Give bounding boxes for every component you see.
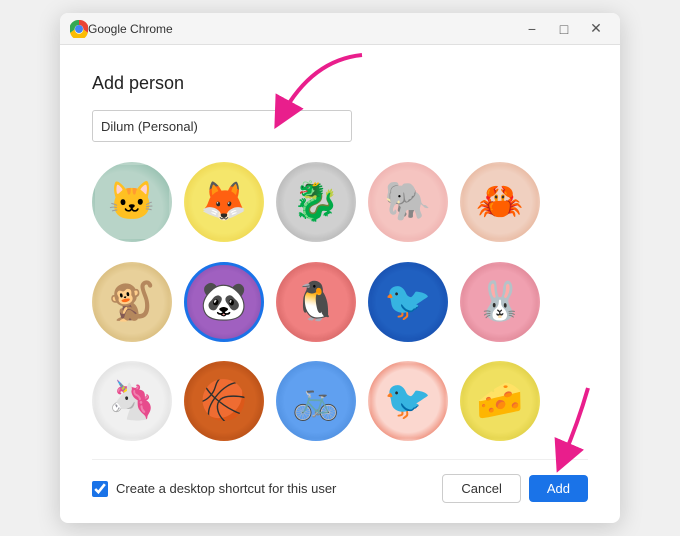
chrome-dialog: Google Chrome − □ ✕ Add person <box>60 13 620 523</box>
avatar-item[interactable]: 🐧 <box>276 262 356 342</box>
dialog-content: Add person 🐱 🦊 <box>60 45 620 523</box>
avatar-item[interactable]: 🐦 <box>368 262 448 342</box>
avatar-item[interactable]: 🐰 <box>460 262 540 342</box>
shortcut-checkbox[interactable] <box>92 481 108 497</box>
window-controls: − □ ✕ <box>518 18 610 40</box>
avatar-item[interactable]: 🦀 <box>460 162 540 242</box>
avatar-item[interactable]: 🐘 <box>368 162 448 242</box>
chrome-logo <box>70 20 88 38</box>
avatar-item[interactable]: 🐱 <box>92 162 172 242</box>
avatar-section: 🐱 🦊 🐉 🐘 🦀 🐒 🐼 <box>92 162 588 449</box>
avatar-item[interactable]: 🐒 <box>92 262 172 342</box>
avatar-item[interactable]: 🦊 <box>184 162 264 242</box>
avatar-item[interactable]: 🏀 <box>184 361 264 441</box>
name-input-row <box>92 110 588 142</box>
cancel-button[interactable]: Cancel <box>442 474 520 503</box>
avatar-grid: 🐱 🦊 🐉 🐘 🦀 🐒 🐼 <box>92 162 588 449</box>
avatar-item[interactable]: 🦄 <box>92 361 172 441</box>
titlebar: Google Chrome − □ ✕ <box>60 13 620 45</box>
shortcut-checkbox-row: Create a desktop shortcut for this user <box>92 481 442 497</box>
restore-button[interactable]: □ <box>550 18 578 40</box>
footer-buttons: Cancel Add <box>442 474 588 503</box>
dialog-heading: Add person <box>92 73 588 94</box>
avatar-item[interactable]: 🚲 <box>276 361 356 441</box>
add-button[interactable]: Add <box>529 475 588 502</box>
avatar-item[interactable]: 🐉 <box>276 162 356 242</box>
close-button[interactable]: ✕ <box>582 18 610 40</box>
avatar-item[interactable]: 🐦 <box>368 361 448 441</box>
name-input[interactable] <box>92 110 352 142</box>
avatar-item[interactable]: 🐼 <box>184 262 264 342</box>
dialog-footer: Create a desktop shortcut for this user … <box>92 459 588 503</box>
minimize-button[interactable]: − <box>518 18 546 40</box>
window-title: Google Chrome <box>88 22 518 36</box>
avatar-item[interactable]: 🧀 <box>460 361 540 441</box>
shortcut-label: Create a desktop shortcut for this user <box>116 481 336 496</box>
